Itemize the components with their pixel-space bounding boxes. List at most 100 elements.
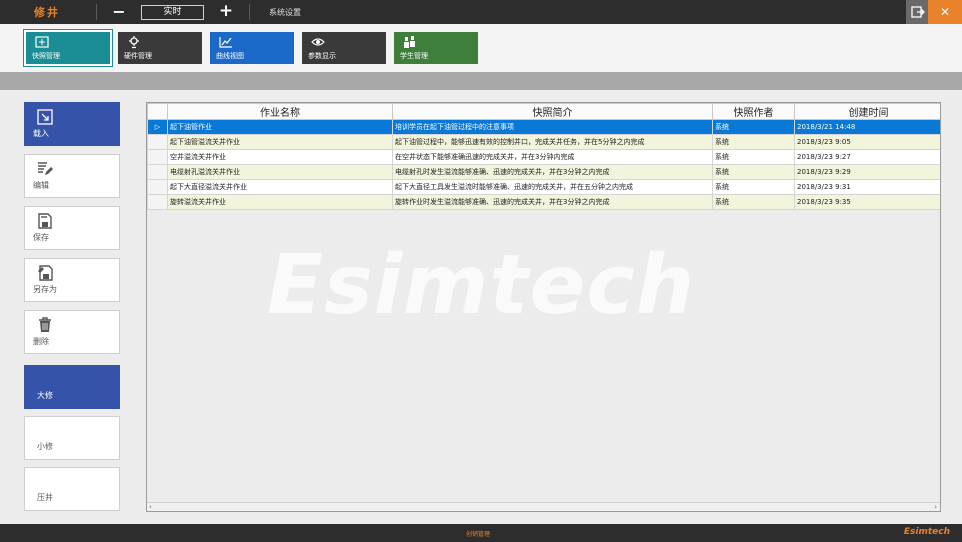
table-cell[interactable]: 起下大直径溢流关井作业	[167, 179, 393, 195]
column-header[interactable]: 快照作者	[712, 103, 795, 120]
table-row[interactable]: 旋转溢流关井作业 旋转作业时发生溢流能够准确、迅速的完成关井，并在3分钟之内完成…	[147, 194, 940, 210]
scroll-right-icon[interactable]: ›	[934, 503, 937, 511]
app-title: 修井	[34, 6, 60, 19]
save-as-icon	[38, 265, 53, 281]
load-icon	[37, 109, 53, 125]
separator	[96, 4, 97, 20]
horizontal-scrollbar[interactable]: ‹ ›	[147, 502, 940, 511]
table-cell[interactable]: 旋转溢流关井作业	[167, 194, 393, 210]
table-cell[interactable]: 2018/3/23 9:05	[794, 134, 940, 150]
section-divider	[0, 72, 962, 90]
table-row[interactable]: 电缆射孔溢流关井作业 电缆射孔时发生溢流能够准确、迅速的完成关井，并在3分钟之内…	[147, 164, 940, 180]
edit-icon	[38, 162, 53, 175]
mode-label: 压井	[37, 493, 53, 502]
watermark: Esimtech	[267, 238, 696, 333]
module-label: 参数显示	[308, 52, 336, 60]
row-indicator	[147, 134, 168, 150]
table-cell[interactable]: 系统	[712, 119, 795, 135]
row-indicator: ▷	[147, 119, 168, 135]
module-label: 快照管理	[32, 52, 60, 60]
save-button[interactable]: 保存	[24, 206, 120, 250]
brand-logo: Esimtech	[903, 527, 950, 537]
mode-label: 小修	[37, 442, 53, 451]
table-header: 作业名称 快照简介 快照作者 创建时间	[147, 103, 940, 120]
table-cell[interactable]: 起下油管过程中，能够迅速有效的控制井口，完成关井任务，并在5分钟之内完成	[392, 134, 713, 150]
module-hardware-management[interactable]: 硬件管理	[118, 32, 202, 64]
hardware-icon	[129, 36, 139, 49]
module-curve-view[interactable]: 曲线视图	[210, 32, 294, 64]
column-header[interactable]: 创建时间	[794, 103, 940, 120]
load-button[interactable]: 载入	[24, 102, 120, 146]
chart-line-icon	[219, 37, 232, 48]
table-cell[interactable]: 2018/3/23 9:35	[794, 194, 940, 210]
table-cell[interactable]: 2018/3/23 9:27	[794, 149, 940, 165]
module-student-management[interactable]: 学生管理	[394, 32, 478, 64]
table-row[interactable]: ▷ 起下油管作业 培训学员在起下油管过程中的注意事项 系统 2018/3/21 …	[147, 119, 940, 135]
separator	[249, 4, 250, 20]
table-row[interactable]: 起下油管溢流关井作业 起下油管过程中，能够迅速有效的控制井口，完成关井任务，并在…	[147, 134, 940, 150]
module-label: 硬件管理	[124, 52, 152, 60]
table-cell[interactable]: 系统	[712, 179, 795, 195]
plus-button[interactable]: +	[218, 1, 234, 21]
eye-icon	[311, 38, 325, 46]
table-cell[interactable]: 空井溢流关井作业	[167, 149, 393, 165]
table-cell[interactable]: 电缆射孔溢流关井作业	[167, 164, 393, 180]
mode-major-repair[interactable]: 大修	[24, 365, 120, 409]
module-label: 曲线视图	[216, 52, 244, 60]
title-bar: 修井 − 实时 + 系统设置 ✕	[0, 0, 962, 24]
module-snapshot-management[interactable]: 快照管理	[24, 30, 112, 66]
save-as-button[interactable]: 另存为	[24, 258, 120, 302]
scroll-left-icon[interactable]: ‹	[149, 503, 152, 511]
table-cell[interactable]: 2018/3/23 9:31	[794, 179, 940, 195]
table-cell[interactable]: 起下油管作业	[167, 119, 393, 135]
snapshot-table[interactable]: Esimtech 作业名称 快照简介 快照作者 创建时间 ▷ 起下油管作业 培训…	[146, 102, 941, 512]
close-icon: ✕	[939, 5, 951, 19]
column-header[interactable]: 快照简介	[392, 103, 713, 120]
table-cell[interactable]: 系统	[712, 194, 795, 210]
row-indicator	[147, 194, 168, 210]
footer-text: 创销管理	[466, 531, 491, 538]
save-icon	[38, 213, 52, 229]
system-settings-link[interactable]: 系统设置	[269, 7, 301, 18]
table-cell[interactable]: 旋转作业时发生溢流能够准确、迅速的完成关井，并在3分钟之内完成	[392, 194, 713, 210]
status-bar: 创销管理 Esimtech	[0, 524, 962, 542]
table-cell[interactable]: 培训学员在起下油管过程中的注意事项	[392, 119, 713, 135]
minus-button[interactable]: −	[112, 2, 126, 21]
mode-well-kill[interactable]: 压井	[24, 467, 120, 511]
save-label: 保存	[33, 233, 49, 242]
table-cell[interactable]: 系统	[712, 164, 795, 180]
mode-label: 大修	[37, 391, 53, 400]
module-parameter-display[interactable]: 参数显示	[302, 32, 386, 64]
table-cell[interactable]: 系统	[712, 134, 795, 150]
save-as-label: 另存为	[33, 285, 57, 294]
mode-display[interactable]: 实时	[141, 5, 204, 20]
row-header-corner	[147, 103, 168, 120]
table-cell[interactable]: 在空井状态下能够准确迅速的完成关井，并在3分钟内完成	[392, 149, 713, 165]
exit-button[interactable]	[906, 0, 928, 24]
table-cell[interactable]: 2018/3/21 14:48	[794, 119, 940, 135]
table-cell[interactable]: 2018/3/23 9:29	[794, 164, 940, 180]
row-indicator	[147, 149, 168, 165]
table-row[interactable]: 空井溢流关井作业 在空井状态下能够准确迅速的完成关井，并在3分钟内完成 系统 2…	[147, 149, 940, 165]
delete-icon	[39, 317, 51, 332]
module-bar: 快照管理 硬件管理 曲线视图 参数显示 学生管理	[0, 24, 962, 72]
table-row[interactable]: 起下大直径溢流关井作业 起下大直径工具发生溢流时能够准确、迅速的完成关井，并在五…	[147, 179, 940, 195]
row-indicator	[147, 164, 168, 180]
table-cell[interactable]: 起下油管溢流关井作业	[167, 134, 393, 150]
table-cell[interactable]: 系统	[712, 149, 795, 165]
students-icon	[404, 36, 415, 48]
edit-button[interactable]: 编辑	[24, 154, 120, 198]
exit-icon	[911, 6, 925, 18]
delete-button[interactable]: 删除	[24, 310, 120, 354]
snapshot-icon	[35, 36, 49, 48]
row-indicator	[147, 179, 168, 195]
mode-minor-repair[interactable]: 小修	[24, 416, 120, 460]
delete-label: 删除	[33, 337, 49, 346]
table-cell[interactable]: 起下大直径工具发生溢流时能够准确、迅速的完成关井，并在五分钟之内完成	[392, 179, 713, 195]
close-button[interactable]: ✕	[928, 0, 962, 24]
load-label: 载入	[33, 129, 49, 138]
edit-label: 编辑	[33, 181, 49, 190]
column-header[interactable]: 作业名称	[167, 103, 393, 120]
table-cell[interactable]: 电缆射孔时发生溢流能够准确、迅速的完成关井，并在3分钟之内完成	[392, 164, 713, 180]
module-label: 学生管理	[400, 52, 428, 60]
